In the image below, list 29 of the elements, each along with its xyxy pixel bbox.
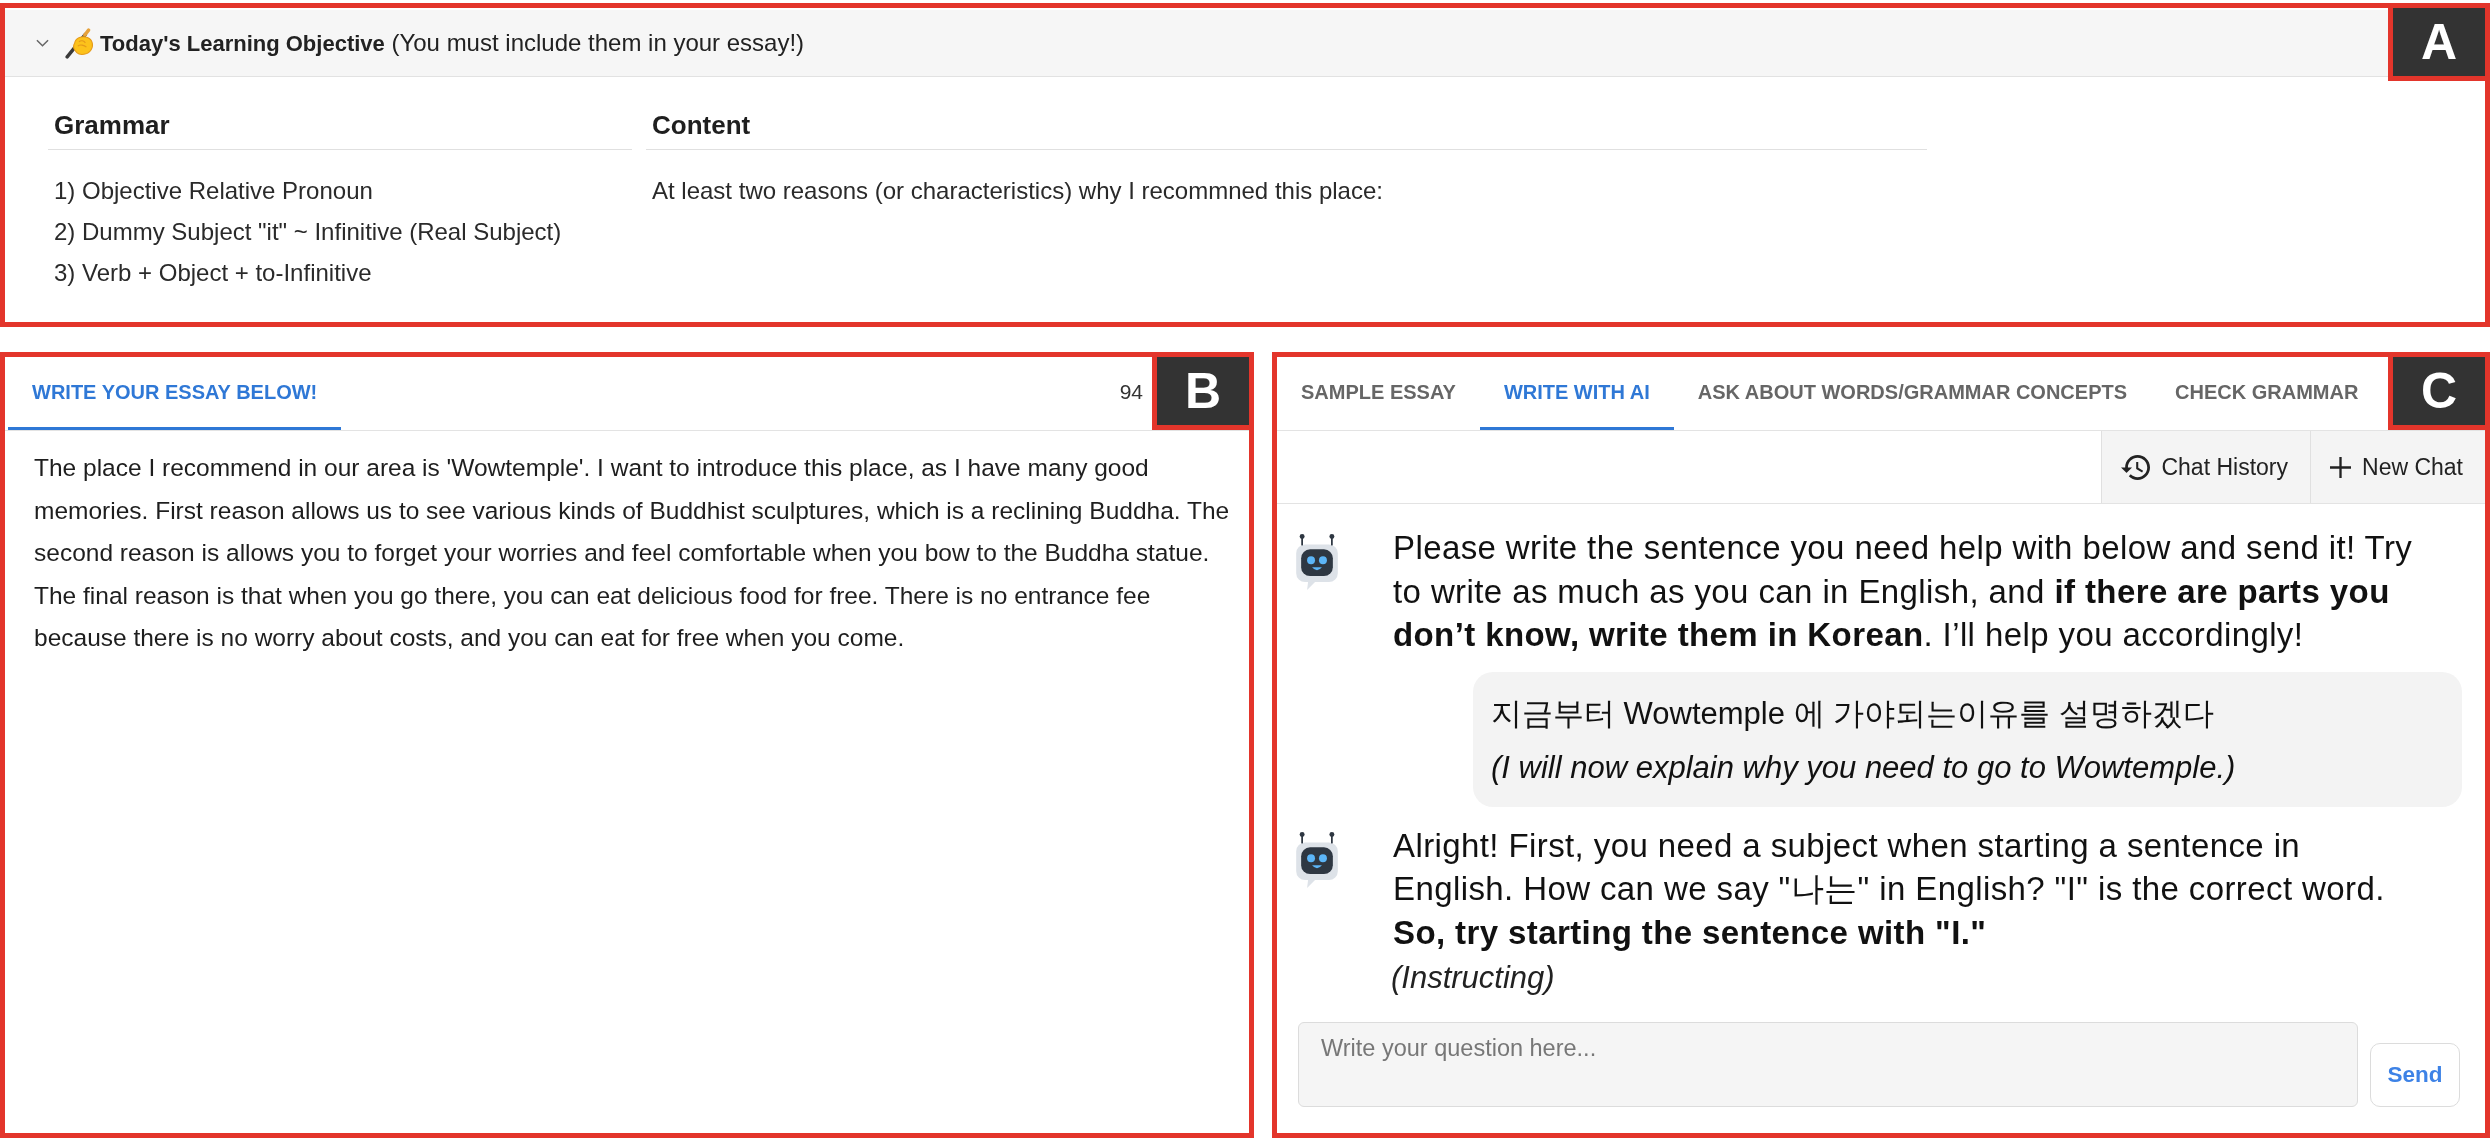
chevron-down-icon[interactable] xyxy=(36,39,49,47)
translation-text: (I will now explain why you need to go to Wowtemple.) xyxy=(1491,748,2237,787)
panel-tab[interactable]: WRITE WITH AI xyxy=(1479,357,1674,430)
objective-item: 2) Dummy Subject "it" ~ Infinitive (Real Subject) xyxy=(54,217,563,247)
objective-title: Today's Learning Objective (You must include them in your essay!) xyxy=(100,29,805,57)
send-button[interactable]: Send xyxy=(2370,1043,2460,1107)
panel-tab[interactable]: WRITE YOUR ESSAY BELOW! xyxy=(8,357,342,430)
history-icon xyxy=(2121,454,2151,480)
bot-message: Please write the sentence you need help with below and send it! Try to write as much as you can in English, and if there are parts you don’t know, write them in Korean. I’ll help you accordingly! xyxy=(1393,528,2414,655)
column-heading: Content xyxy=(646,102,1927,150)
objective-item: At least two reasons (or characteristics) why I recommned this place: xyxy=(652,176,1384,206)
chat-history-button[interactable]: Chat History xyxy=(2101,431,2310,503)
message-note: (Instructing) xyxy=(1391,959,1556,997)
panel-tab[interactable]: ASK ABOUT WORDS/GRAMMAR CONCEPTS xyxy=(1673,357,2152,430)
essay-text-field[interactable]: The place I recommend in our area is 'Wowtemple'. I want to introduce this place, as I have many good memories. First reason allows us to see various kinds of Buddhist sculptures, which is a reclining Buddha. The second reason is allows you to forget your worries and feel comfortable when you bow to the Buddha statue. The final reason is that when you go there, you can eat delicious food for free. There is no entrance fee because there is no worry about costs, and you can eat for free when you come. xyxy=(5,431,1249,1133)
column-heading: Grammar xyxy=(48,102,632,150)
writing-hand-icon xyxy=(65,27,95,59)
plus-icon xyxy=(2330,456,2351,478)
robot-avatar-icon xyxy=(1296,831,1338,888)
panel-tab[interactable]: CHECK GRAMMAR xyxy=(2151,357,2383,430)
word-count: 94 xyxy=(1119,380,1143,405)
bot-message: Alright! First, you need a subject when starting a sentence in English. How can we say "나는" in English? "I" is the correct word. So, try starting the sentence with "I." xyxy=(1393,825,2386,953)
objective-item: 3) Verb + Object + to-Infinitive xyxy=(54,258,373,288)
panel-tab[interactable]: SAMPLE ESSAY xyxy=(1277,357,1480,430)
user-message: 지금부터 Wowtemple 에 가야되는이유를 설명하겠다 xyxy=(1491,694,2215,733)
objective-item: 1) Objective Relative Pronoun xyxy=(54,176,374,206)
robot-avatar-icon xyxy=(1296,534,1338,590)
new-chat-button[interactable]: New Chat xyxy=(2310,431,2485,503)
question-input[interactable]: Write your question here... xyxy=(1298,1022,2358,1107)
